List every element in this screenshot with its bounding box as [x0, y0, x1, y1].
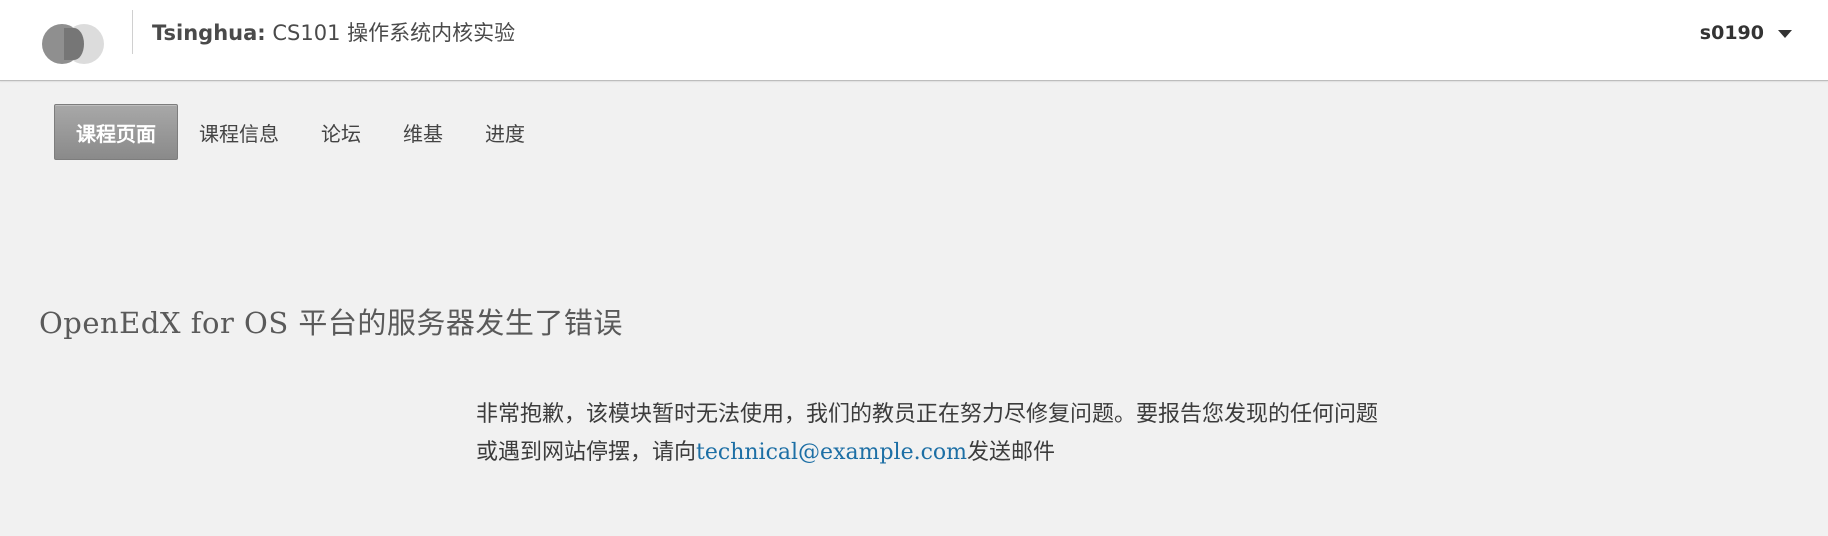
course-tabs: 课程页面 课程信息 论坛 维基 进度 [54, 104, 546, 160]
error-title: OpenEdX for OS 平台的服务器发生了错误 [39, 306, 623, 340]
caret-down-icon [1778, 30, 1792, 38]
username: s0190 [1699, 22, 1764, 44]
error-message-suffix: 发送邮件 [967, 440, 1056, 465]
header-divider [132, 10, 133, 54]
logo-circle-overlap [64, 28, 84, 60]
tab-wiki[interactable]: 维基 [382, 104, 464, 160]
support-email-link[interactable]: technical@example.com [696, 440, 967, 465]
error-message: 非常抱歉，该模块暂时无法使用，我们的教员正在努力尽修复问题。要报告您发现的任何问… [476, 396, 1396, 472]
openedx-logo-icon[interactable] [42, 22, 104, 64]
course-title: Tsinghua: CS101 操作系统内核实验 [152, 17, 515, 47]
site-header: Tsinghua: CS101 操作系统内核实验 s0190 [0, 0, 1828, 81]
tab-courseware[interactable]: 课程页面 [54, 104, 178, 160]
course-name: CS101 操作系统内核实验 [272, 21, 516, 45]
tab-course-info[interactable]: 课程信息 [178, 104, 300, 160]
user-menu-button[interactable]: s0190 [1700, 22, 1792, 44]
tab-progress[interactable]: 进度 [464, 104, 546, 160]
course-org: Tsinghua: [152, 21, 266, 45]
tab-discussion[interactable]: 论坛 [300, 104, 382, 160]
